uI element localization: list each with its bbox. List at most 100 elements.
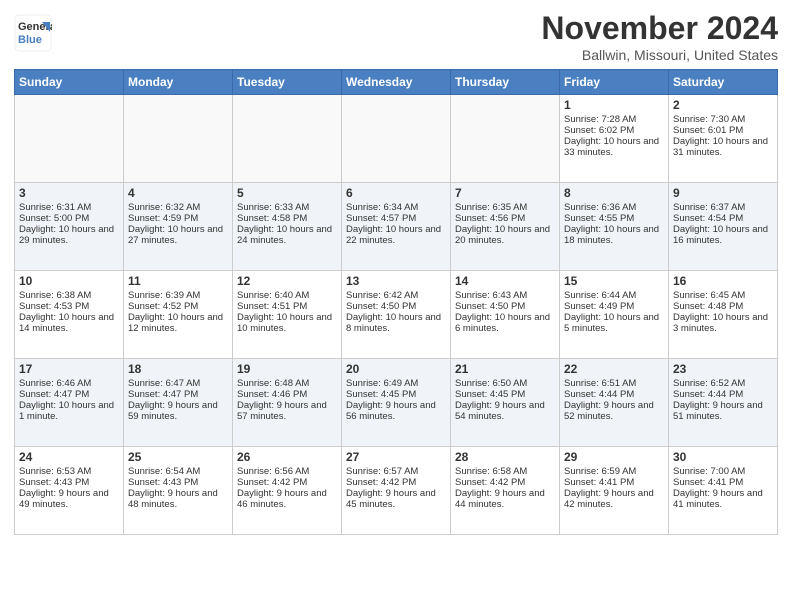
day-info: Daylight: 9 hours and 54 minutes. xyxy=(455,400,555,422)
day-info: Daylight: 10 hours and 24 minutes. xyxy=(237,224,337,246)
day-info: Daylight: 9 hours and 52 minutes. xyxy=(564,400,664,422)
calendar-table: Sunday Monday Tuesday Wednesday Thursday… xyxy=(14,69,778,535)
day-info: Daylight: 10 hours and 33 minutes. xyxy=(564,136,664,158)
day-info: Daylight: 10 hours and 16 minutes. xyxy=(673,224,773,246)
day-number: 14 xyxy=(455,274,555,288)
day-number: 2 xyxy=(673,98,773,112)
cell-5-4: 27Sunrise: 6:57 AMSunset: 4:42 PMDayligh… xyxy=(342,447,451,535)
day-info: Daylight: 10 hours and 12 minutes. xyxy=(128,312,228,334)
day-info: Sunrise: 6:35 AM xyxy=(455,202,555,213)
day-info: Daylight: 10 hours and 5 minutes. xyxy=(564,312,664,334)
day-info: Sunset: 4:42 PM xyxy=(346,477,446,488)
day-info: Daylight: 10 hours and 6 minutes. xyxy=(455,312,555,334)
day-info: Daylight: 10 hours and 10 minutes. xyxy=(237,312,337,334)
cell-3-7: 16Sunrise: 6:45 AMSunset: 4:48 PMDayligh… xyxy=(669,271,778,359)
day-info: Sunset: 4:50 PM xyxy=(346,301,446,312)
cell-5-6: 29Sunrise: 6:59 AMSunset: 4:41 PMDayligh… xyxy=(560,447,669,535)
day-info: Sunrise: 6:58 AM xyxy=(455,466,555,477)
day-info: Sunset: 4:41 PM xyxy=(673,477,773,488)
day-number: 3 xyxy=(19,186,119,200)
day-info: Sunset: 4:47 PM xyxy=(19,389,119,400)
day-info: Daylight: 9 hours and 45 minutes. xyxy=(346,488,446,510)
day-info: Sunrise: 6:51 AM xyxy=(564,378,664,389)
day-info: Daylight: 9 hours and 42 minutes. xyxy=(564,488,664,510)
cell-2-2: 4Sunrise: 6:32 AMSunset: 4:59 PMDaylight… xyxy=(124,183,233,271)
calendar-page: General Blue November 2024 Ballwin, Miss… xyxy=(0,0,792,612)
day-info: Sunset: 4:43 PM xyxy=(19,477,119,488)
cell-3-4: 13Sunrise: 6:42 AMSunset: 4:50 PMDayligh… xyxy=(342,271,451,359)
day-number: 22 xyxy=(564,362,664,376)
day-info: Sunset: 4:51 PM xyxy=(237,301,337,312)
day-info: Sunrise: 6:53 AM xyxy=(19,466,119,477)
week-row-2: 3Sunrise: 6:31 AMSunset: 5:00 PMDaylight… xyxy=(15,183,778,271)
day-number: 6 xyxy=(346,186,446,200)
col-monday: Monday xyxy=(124,70,233,95)
day-info: Sunrise: 6:34 AM xyxy=(346,202,446,213)
cell-5-1: 24Sunrise: 6:53 AMSunset: 4:43 PMDayligh… xyxy=(15,447,124,535)
day-info: Sunrise: 6:40 AM xyxy=(237,290,337,301)
cell-2-6: 8Sunrise: 6:36 AMSunset: 4:55 PMDaylight… xyxy=(560,183,669,271)
cell-4-3: 19Sunrise: 6:48 AMSunset: 4:46 PMDayligh… xyxy=(233,359,342,447)
cell-1-1 xyxy=(15,95,124,183)
day-info: Sunrise: 6:46 AM xyxy=(19,378,119,389)
day-info: Daylight: 9 hours and 46 minutes. xyxy=(237,488,337,510)
day-info: Daylight: 9 hours and 57 minutes. xyxy=(237,400,337,422)
day-info: Sunset: 4:45 PM xyxy=(346,389,446,400)
day-info: Sunset: 4:44 PM xyxy=(564,389,664,400)
day-number: 15 xyxy=(564,274,664,288)
col-sunday: Sunday xyxy=(15,70,124,95)
day-info: Sunrise: 6:38 AM xyxy=(19,290,119,301)
day-info: Sunrise: 6:43 AM xyxy=(455,290,555,301)
cell-3-1: 10Sunrise: 6:38 AMSunset: 4:53 PMDayligh… xyxy=(15,271,124,359)
day-info: Sunset: 4:55 PM xyxy=(564,213,664,224)
title-block: November 2024 Ballwin, Missouri, United … xyxy=(541,10,778,63)
day-info: Daylight: 9 hours and 44 minutes. xyxy=(455,488,555,510)
week-row-4: 17Sunrise: 6:46 AMSunset: 4:47 PMDayligh… xyxy=(15,359,778,447)
cell-3-3: 12Sunrise: 6:40 AMSunset: 4:51 PMDayligh… xyxy=(233,271,342,359)
week-row-1: 1Sunrise: 7:28 AMSunset: 6:02 PMDaylight… xyxy=(15,95,778,183)
day-number: 26 xyxy=(237,450,337,464)
day-number: 28 xyxy=(455,450,555,464)
location: Ballwin, Missouri, United States xyxy=(541,47,778,63)
day-info: Sunset: 4:54 PM xyxy=(673,213,773,224)
day-info: Sunrise: 6:37 AM xyxy=(673,202,773,213)
cell-2-5: 7Sunrise: 6:35 AMSunset: 4:56 PMDaylight… xyxy=(451,183,560,271)
day-info: Sunrise: 6:44 AM xyxy=(564,290,664,301)
week-row-5: 24Sunrise: 6:53 AMSunset: 4:43 PMDayligh… xyxy=(15,447,778,535)
day-info: Daylight: 9 hours and 51 minutes. xyxy=(673,400,773,422)
cell-4-5: 21Sunrise: 6:50 AMSunset: 4:45 PMDayligh… xyxy=(451,359,560,447)
day-info: Sunset: 4:42 PM xyxy=(237,477,337,488)
day-info: Daylight: 10 hours and 1 minute. xyxy=(19,400,119,422)
day-number: 10 xyxy=(19,274,119,288)
cell-3-5: 14Sunrise: 6:43 AMSunset: 4:50 PMDayligh… xyxy=(451,271,560,359)
cell-5-3: 26 Sunrise: 6:56 AMSunset: 4:42 PMDayligh… xyxy=(233,447,342,535)
day-info: Sunrise: 6:56 AM xyxy=(237,466,337,477)
day-number: 20 xyxy=(346,362,446,376)
day-info: Daylight: 9 hours and 56 minutes. xyxy=(346,400,446,422)
day-info: Daylight: 10 hours and 27 minutes. xyxy=(128,224,228,246)
header: General Blue November 2024 Ballwin, Miss… xyxy=(14,10,778,63)
cell-4-7: 23 Sunrise: 6:52 AMSunset: 4:44 PMDayligh… xyxy=(669,359,778,447)
day-info: Sunset: 4:58 PM xyxy=(237,213,337,224)
header-row: Sunday Monday Tuesday Wednesday Thursday… xyxy=(15,70,778,95)
day-number: 7 xyxy=(455,186,555,200)
day-info: Sunset: 6:01 PM xyxy=(673,125,773,136)
day-number: 21 xyxy=(455,362,555,376)
day-number: 25 xyxy=(128,450,228,464)
day-number: 23 xyxy=(673,362,773,376)
cell-1-3 xyxy=(233,95,342,183)
day-info: Sunrise: 6:33 AM xyxy=(237,202,337,213)
cell-2-3: 5 Sunrise: 6:33 AMSunset: 4:58 PMDaylight… xyxy=(233,183,342,271)
day-info: Sunset: 4:44 PM xyxy=(673,389,773,400)
cell-5-7: 30Sunrise: 7:00 AMSunset: 4:41 PMDayligh… xyxy=(669,447,778,535)
day-number: 19 xyxy=(237,362,337,376)
day-number: 11 xyxy=(128,274,228,288)
day-info: Sunset: 4:59 PM xyxy=(128,213,228,224)
day-info: Daylight: 10 hours and 8 minutes. xyxy=(346,312,446,334)
day-info: Sunrise: 6:42 AM xyxy=(346,290,446,301)
day-number: 27 xyxy=(346,450,446,464)
day-info: Sunrise: 6:52 AM xyxy=(673,378,773,389)
day-number: 5 xyxy=(237,186,337,200)
day-info: Sunrise: 6:54 AM xyxy=(128,466,228,477)
day-info: Sunrise: 6:32 AM xyxy=(128,202,228,213)
